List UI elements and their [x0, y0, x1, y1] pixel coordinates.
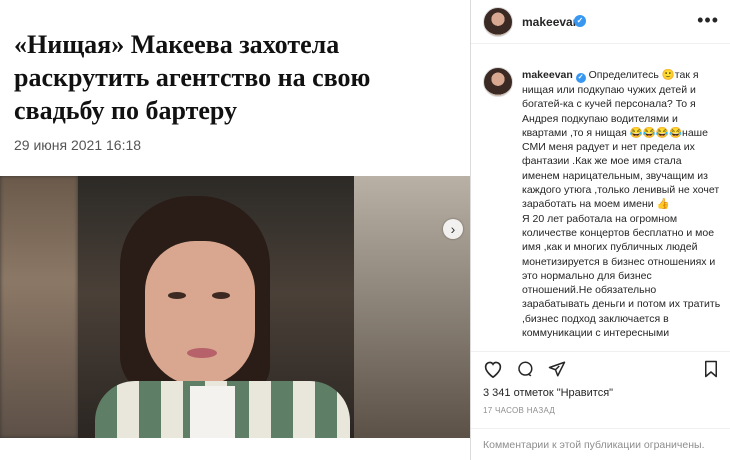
- photo-collar: [190, 386, 235, 438]
- bookmark-icon[interactable]: [703, 360, 719, 381]
- chevron-right-icon[interactable]: ›: [443, 219, 463, 239]
- article-headline: «Нищая» Макеева захотела раскрутить аген…: [14, 30, 371, 125]
- verified-badge-icon: ✓: [574, 15, 586, 27]
- comments-restricted-notice: Комментарии к этой публикации ограничены…: [483, 439, 705, 451]
- caption-paragraph-1: Определитесь 🙂так я нищая или подкупаю ч…: [522, 69, 720, 211]
- post-header: makeevan ✓ •••: [471, 0, 730, 44]
- photo-background-right: [354, 176, 470, 438]
- comments-footer: Комментарии к этой публикации ограничены…: [471, 428, 730, 460]
- instagram-panel: makeevan ✓ ••• makeevan ✓ Определитесь 🙂…: [470, 0, 730, 460]
- photo-background-left: [0, 176, 78, 438]
- avatar[interactable]: [483, 7, 513, 37]
- caption-area: makeevan ✓ Определитесь 🙂так я нищая или…: [471, 57, 730, 351]
- caption-paragraph-2: Я 20 лет работала на огромном количестве…: [522, 212, 721, 340]
- likes-count[interactable]: 3 341 отметок "Нравится": [483, 387, 613, 399]
- article-date: 29 июня 2021 16:18: [14, 137, 142, 153]
- comment-icon[interactable]: [515, 360, 535, 381]
- post-time[interactable]: 17 ЧАСОВ НАЗАД: [483, 406, 555, 415]
- action-bar: [471, 351, 730, 385]
- header-username[interactable]: makeevan: [522, 15, 580, 29]
- caption-verified-icon: ✓: [575, 73, 586, 83]
- share-icon[interactable]: [547, 360, 567, 381]
- photo-eye-right: [212, 292, 230, 299]
- caption-text: makeevan ✓ Определитесь 🙂так я нищая или…: [522, 68, 722, 340]
- caption-avatar[interactable]: [483, 67, 513, 97]
- more-icon[interactable]: •••: [697, 10, 719, 31]
- photo-face: [145, 241, 255, 386]
- caption-username[interactable]: makeevan: [522, 69, 573, 81]
- post-photo: [0, 176, 470, 438]
- article-panel: «Нищая» Макеева захотела раскрутить аген…: [0, 0, 470, 460]
- photo-eye-left: [168, 292, 186, 299]
- photo-lips: [187, 348, 217, 358]
- heart-icon[interactable]: [483, 360, 503, 381]
